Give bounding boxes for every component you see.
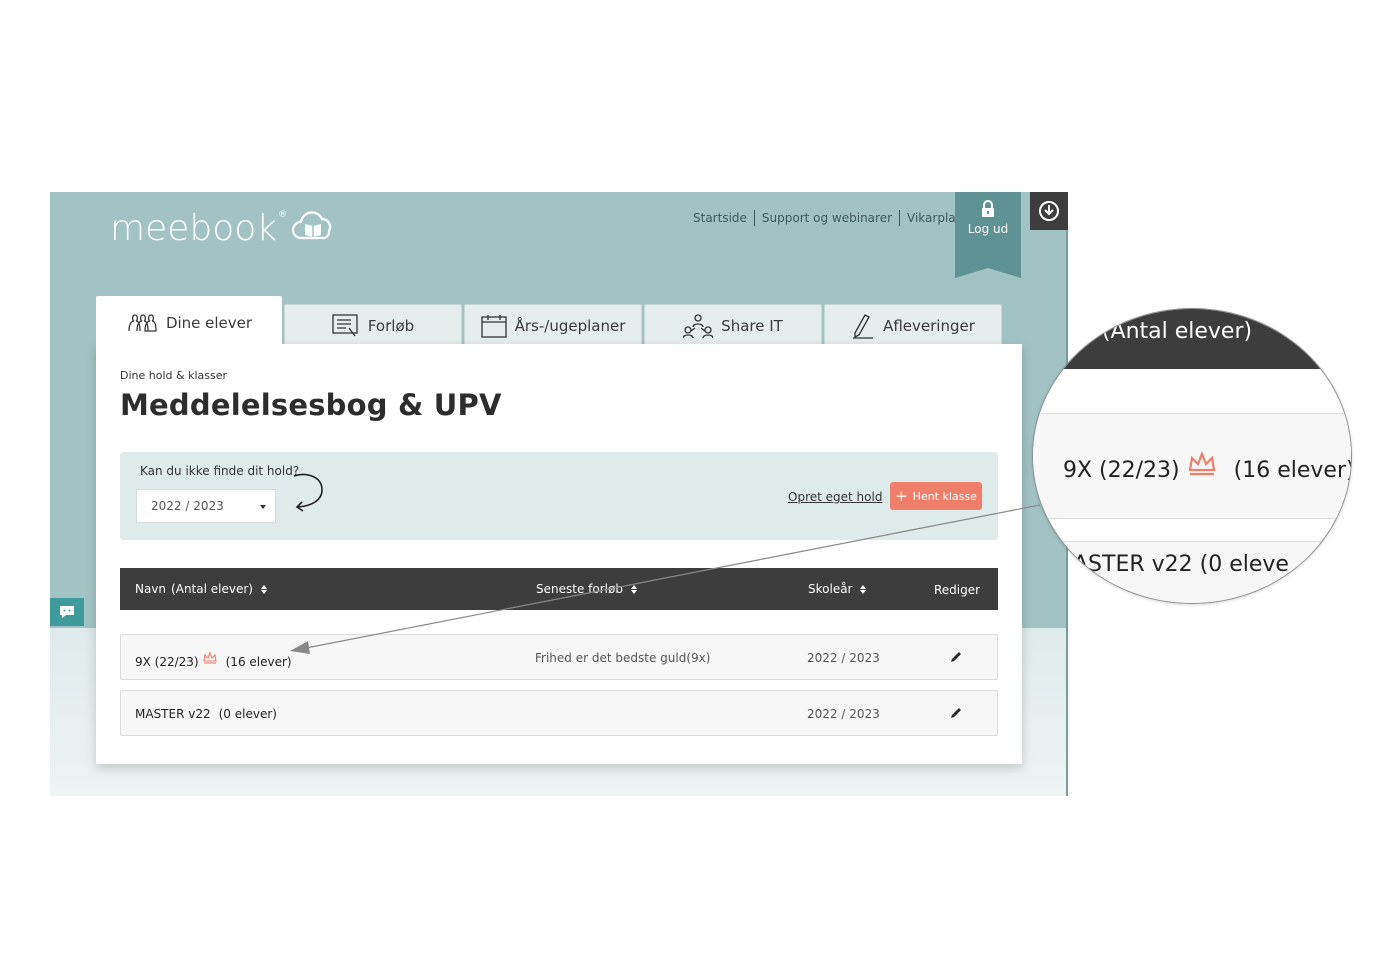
magnifier-callout: n (Antal elever) 9X (22/23) (16 elever) … bbox=[1032, 308, 1352, 604]
magnified-header: n (Antal elever) bbox=[1033, 309, 1351, 369]
magnified-row: ASTER v22 (0 eleve bbox=[1033, 541, 1351, 603]
magnified-team-name: 9X (22/23) bbox=[1063, 457, 1180, 483]
tab-label: Dine elever bbox=[165, 313, 253, 332]
magnified-header-text: n (Antal elever) bbox=[1081, 319, 1253, 344]
magnified-team-count: (16 elever) bbox=[1233, 457, 1352, 483]
magnified-row: 9X (22/23) (16 elever) bbox=[1033, 413, 1351, 519]
tab-dine-elever[interactable]: Dine elever bbox=[96, 296, 282, 348]
magnified-row2-text: ASTER v22 (0 eleve bbox=[1073, 552, 1289, 577]
crown-icon bbox=[1188, 451, 1215, 476]
students-icon bbox=[128, 313, 157, 332]
screenshot-stage: meebook ® Startside Support og webinarer… bbox=[0, 0, 1400, 980]
